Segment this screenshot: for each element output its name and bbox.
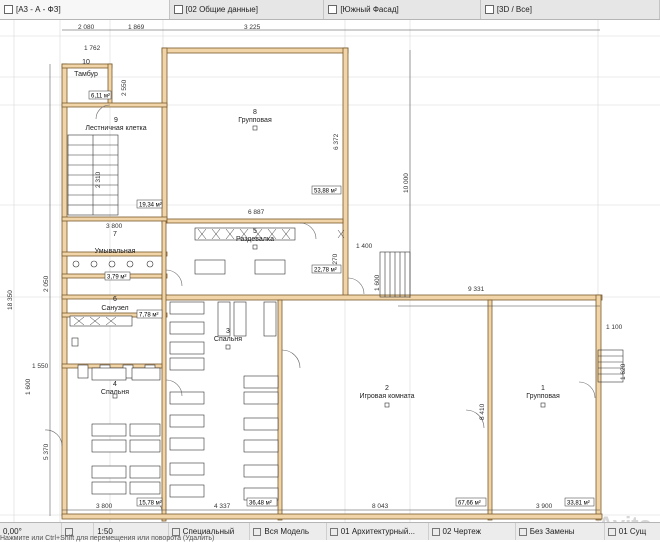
dim-1600: 1 600 <box>374 274 381 291</box>
replace-value: Без Замены <box>529 527 575 536</box>
tab-3d[interactable]: [3D / Все] <box>481 0 660 19</box>
layer-value: 01 Архитектурный... <box>340 527 416 536</box>
room-2-area: 67,66 м² <box>458 501 481 507</box>
avito-watermark: Avito <box>598 512 652 522</box>
room-1-number: 1 <box>541 385 545 392</box>
dim-1550: 1 550 <box>32 363 49 370</box>
room-6-area: 7,78 м² <box>139 313 158 319</box>
dim-10000: 10 000 <box>403 173 410 193</box>
layer-field[interactable]: 01 Архитектурный... <box>327 523 429 540</box>
room-7-number: 7 <box>113 231 117 238</box>
model-view-icon <box>253 527 262 536</box>
dim-top-1: 2 080 <box>78 24 95 31</box>
layout-icon <box>173 5 183 14</box>
floor-plan-drawing: 2 080 1 869 3 225 1 762 2 550 6 372 6 88… <box>0 20 660 522</box>
dim-1762: 1 762 <box>84 45 101 52</box>
sinks <box>72 260 154 268</box>
room-6-name: Санузел <box>101 305 128 312</box>
override-icon <box>518 527 527 536</box>
tab-label: [Южный Фасад] <box>340 5 399 14</box>
room-4-number: 4 <box>113 381 117 388</box>
room-8-number: 8 <box>253 109 257 116</box>
elevation-icon <box>328 5 338 14</box>
model-value: Вся Модель <box>264 527 310 536</box>
room-3-name: Спальня <box>214 336 242 343</box>
room-9-name: Лестничная клетка <box>85 125 146 132</box>
dim-3800a: 3 800 <box>106 223 123 230</box>
room-2-name: Игровая комната <box>359 393 414 400</box>
model-view-option[interactable]: Вся Модель <box>250 523 327 540</box>
room-9-number: 9 <box>114 117 118 124</box>
status-hint: Нажмите или Ctrl+Shift для перемещения и… <box>0 535 215 542</box>
room-9-area: 19,34 м² <box>139 203 162 209</box>
dim-8043: 8 043 <box>372 503 389 510</box>
room-4-area: 15,78 м² <box>139 501 162 507</box>
override-field[interactable]: Без Замены <box>516 523 605 540</box>
drawing-value: 02 Чертеж <box>442 527 481 536</box>
tab-general-data[interactable]: [02 Общие данные] <box>170 0 325 19</box>
room-5-area: 22,78 м² <box>314 268 337 274</box>
room-5-number: 5 <box>253 228 257 235</box>
room-3-number: 3 <box>226 328 230 335</box>
dim-2050: 2 050 <box>43 275 50 292</box>
room-10-name: Тамбур <box>74 70 98 78</box>
suffix-value: 01 Сущ <box>618 527 647 536</box>
tab-floor-plan[interactable]: [А3 - А - ФЗ] <box>0 0 170 19</box>
room-6-number: 6 <box>113 296 117 303</box>
drawing-canvas[interactable]: 2 080 1 869 3 225 1 762 2 550 6 372 6 88… <box>0 20 660 522</box>
tab-south-facade[interactable]: [Южный Фасад] <box>324 0 481 19</box>
room-7-name: Умывальная <box>95 248 136 255</box>
dim-5370: 5 370 <box>43 443 50 460</box>
renovation-field[interactable]: 01 Сущ <box>605 523 660 540</box>
pen-set-icon <box>431 527 440 536</box>
dim-8410: 8 410 <box>479 403 486 420</box>
tab-label: [3D / Все] <box>496 5 532 14</box>
beds <box>91 301 279 501</box>
entrance-steps <box>379 251 624 383</box>
dim-top-2: 1 869 <box>128 24 145 31</box>
tab-label: [02 Общие данные] <box>185 5 258 14</box>
dim-18350: 18 350 <box>7 290 14 310</box>
room-10-area: 6,11 м² <box>91 94 110 100</box>
room-1-name: Групповая <box>526 393 560 400</box>
dim-top-3: 3 225 <box>244 24 261 31</box>
dim-2310: 2 310 <box>95 171 102 188</box>
view-tab-bar: [А3 - А - ФЗ] [02 Общие данные] [Южный Ф… <box>0 0 660 20</box>
dim-9331: 9 331 <box>468 286 485 293</box>
dim-6887: 6 887 <box>248 209 265 216</box>
dim-1620: 1 620 <box>620 363 627 380</box>
staircase <box>67 134 119 216</box>
room-2-number: 2 <box>385 385 389 392</box>
room-labels: 10 Тамбур 9 Лестничная клетка 8 Группова… <box>74 59 560 400</box>
room-8-name: Групповая <box>238 117 272 124</box>
dim-1100: 1 100 <box>606 324 623 331</box>
room-1-area: 33,81 м² <box>567 501 590 507</box>
dim-2550: 2 550 <box>121 79 128 96</box>
dim-1600b: 1 600 <box>25 378 32 395</box>
room-7-area: 3,79 м² <box>107 275 126 281</box>
room-10-number: 10 <box>82 59 90 66</box>
dim-3900: 3 900 <box>536 503 553 510</box>
dim-3800b: 3 800 <box>96 503 113 510</box>
dim-6372: 6 372 <box>333 133 340 150</box>
dim-1400: 1 400 <box>356 243 373 250</box>
renovation-icon <box>607 527 616 536</box>
3d-icon <box>484 5 494 14</box>
room-3-area: 36,48 м² <box>249 501 272 507</box>
layer-icon <box>329 527 338 536</box>
pen-set-field[interactable]: 02 Чертеж <box>429 523 516 540</box>
room-8-area: 53,88 м² <box>314 189 337 195</box>
tab-label: [А3 - А - ФЗ] <box>16 5 61 14</box>
floor-plan-icon <box>4 5 13 14</box>
room-5-name: Раздевалка <box>236 236 274 243</box>
dim-4337: 4 337 <box>214 503 231 510</box>
